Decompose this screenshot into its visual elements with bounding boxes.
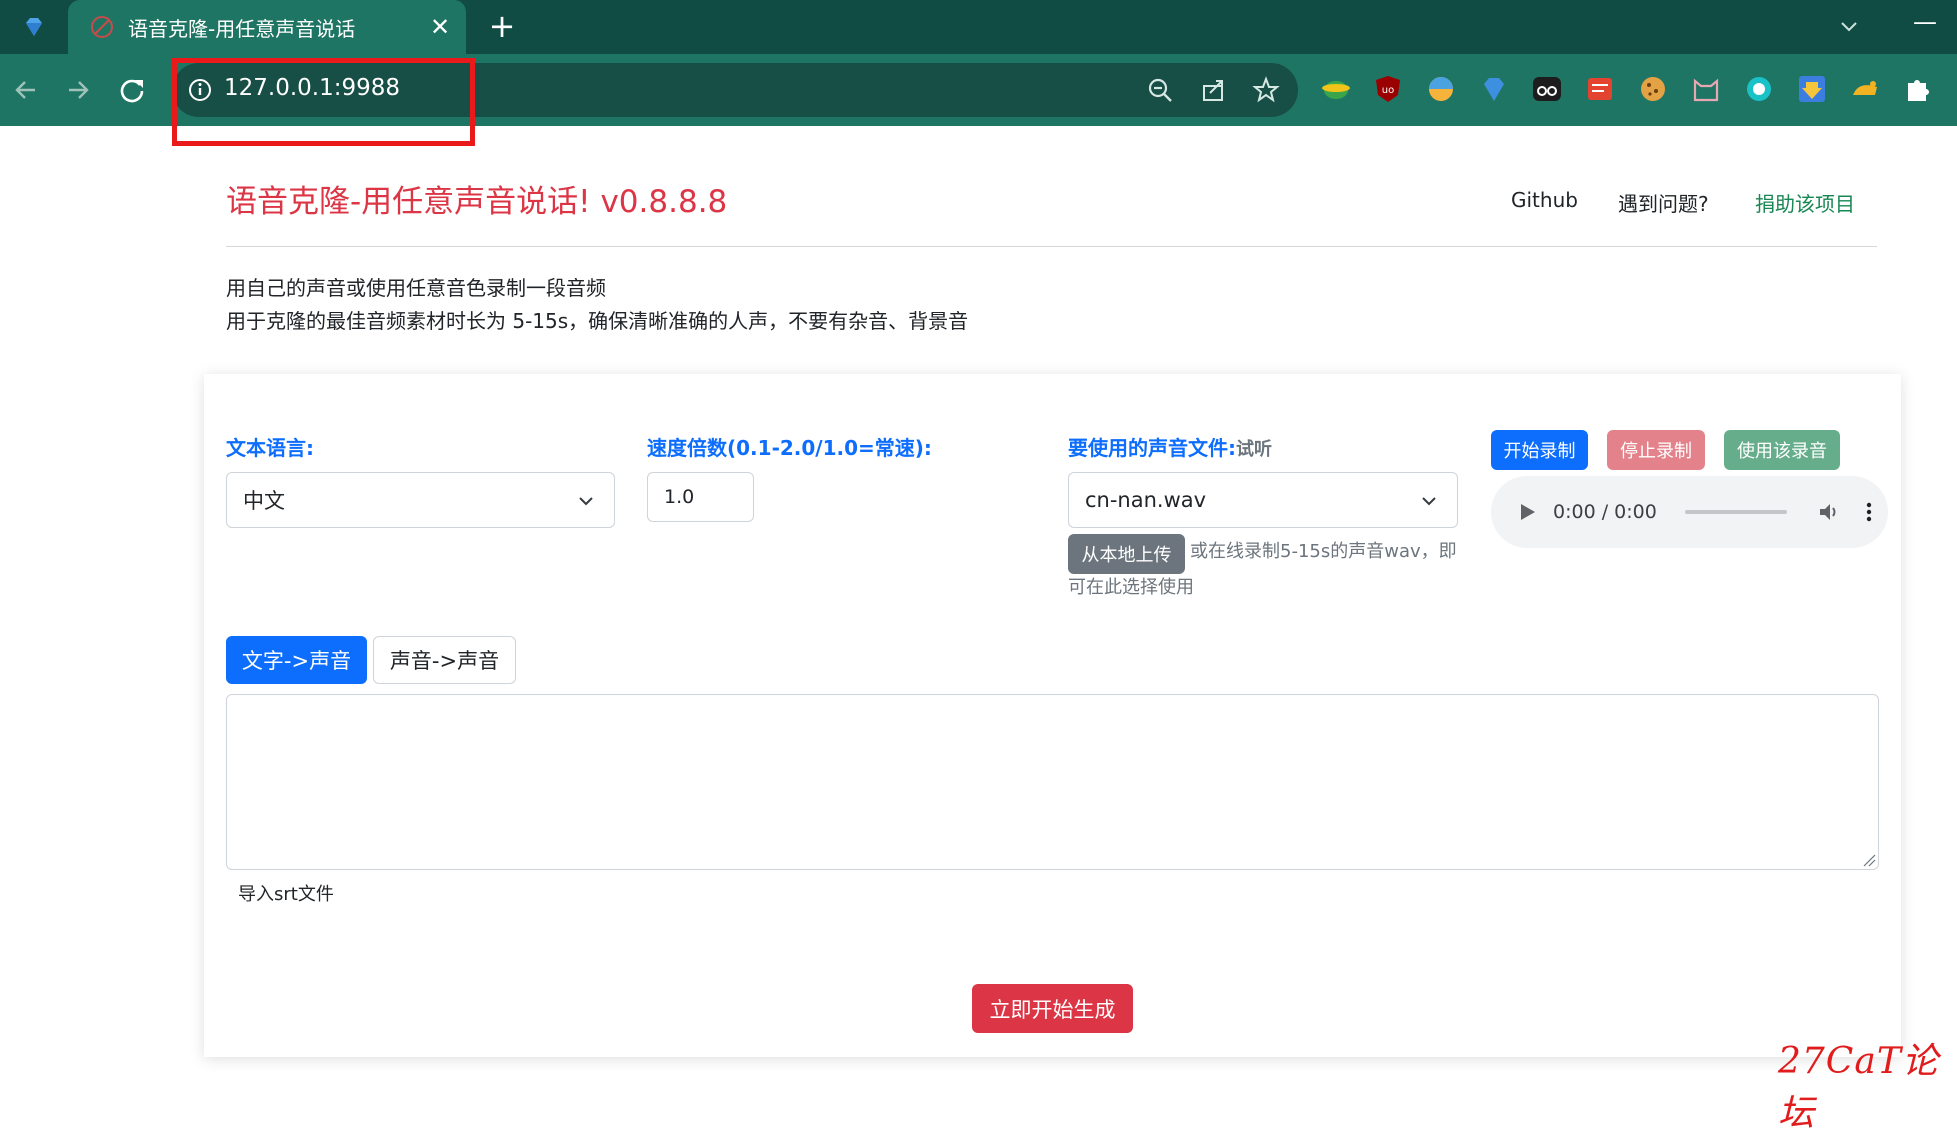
nav-link-github[interactable]: Github bbox=[1511, 188, 1578, 212]
reload-button[interactable] bbox=[110, 68, 154, 112]
speed-input[interactable]: 1.0 bbox=[647, 472, 754, 522]
minimize-window-button[interactable]: — bbox=[1905, 8, 1945, 42]
header-divider bbox=[226, 246, 1877, 247]
use-recording-button[interactable]: 使用该录音 bbox=[1724, 430, 1840, 470]
audio-player: 0:00 / 0:00 bbox=[1491, 476, 1888, 548]
globe-extension-icon[interactable] bbox=[1320, 73, 1352, 105]
nav-link-donate[interactable]: 捐助该项目 bbox=[1755, 188, 1855, 217]
diamond-favicon-icon bbox=[26, 18, 42, 36]
audio-time: 0:00 / 0:00 bbox=[1553, 501, 1657, 523]
new-tab-button[interactable]: + bbox=[482, 6, 522, 46]
language-select-value: 中文 bbox=[243, 489, 285, 513]
tab-close-icon[interactable]: ✕ bbox=[422, 13, 458, 41]
voice-file-label-text: 要使用的声音文件: bbox=[1068, 436, 1236, 460]
share-icon[interactable] bbox=[1200, 76, 1228, 104]
tab-favicon-icon bbox=[91, 16, 113, 38]
audio-progress-track[interactable] bbox=[1684, 510, 1787, 514]
upload-hint-line-2: 可在此选择使用 bbox=[1068, 577, 1194, 598]
puzzle-extensions-icon[interactable] bbox=[1902, 73, 1934, 105]
text-input-area[interactable] bbox=[226, 694, 1879, 870]
speed-label: 速度倍数(0.1-2.0/1.0=常速): bbox=[647, 436, 932, 460]
browser-tab-bar: 语音克隆-用任意声音说话 ✕ + — bbox=[0, 0, 1957, 54]
url-annotation-box bbox=[172, 58, 475, 146]
intro-line-2: 用于克隆的最佳音频素材时长为 5-15s，确保清晰准确的人声，不要有杂音、背景音 bbox=[226, 309, 969, 333]
language-label: 文本语言: bbox=[226, 436, 314, 460]
more-vertical-icon[interactable] bbox=[1857, 500, 1881, 524]
cat-paw-extension-icon[interactable] bbox=[1849, 73, 1881, 105]
speed-input-value: 1.0 bbox=[664, 486, 695, 508]
colorful-extension-icon[interactable] bbox=[1425, 73, 1457, 105]
forward-arrow-icon bbox=[69, 81, 89, 99]
cat-extension-icon[interactable] bbox=[1690, 73, 1722, 105]
glasses-extension-icon[interactable] bbox=[1531, 73, 1563, 105]
watermark-text: 27CaT论坛 bbox=[1778, 1041, 1939, 1134]
intro-line-1: 用自己的声音或使用任意音色录制一段音频 bbox=[226, 276, 606, 300]
back-arrow-icon bbox=[15, 81, 35, 99]
tab-title: 语音克隆-用任意声音说话 bbox=[128, 16, 356, 41]
svg-text:uo: uo bbox=[1382, 85, 1394, 96]
tab-text-to-speech[interactable]: 文字->声音 bbox=[226, 636, 367, 684]
chevron-down-icon bbox=[1422, 497, 1436, 506]
start-record-button[interactable]: 开始录制 bbox=[1491, 430, 1588, 470]
cookie-extension-icon[interactable] bbox=[1637, 73, 1669, 105]
language-select[interactable]: 中文 bbox=[226, 472, 615, 528]
teal-circle-extension-icon[interactable] bbox=[1743, 73, 1775, 105]
volume-icon[interactable] bbox=[1817, 500, 1841, 524]
zoom-out-icon[interactable] bbox=[1146, 76, 1174, 104]
download-extension-icon[interactable] bbox=[1796, 73, 1828, 105]
pinned-tab[interactable] bbox=[0, 0, 68, 54]
forward-button[interactable] bbox=[56, 68, 100, 112]
tab-search-chevron-icon[interactable] bbox=[1832, 10, 1866, 44]
chevron-down-icon bbox=[579, 497, 593, 506]
upload-hint-line-1: 或在线录制5-15s的声音wav，即 bbox=[1190, 541, 1457, 562]
voice-file-select[interactable]: cn-nan.wav bbox=[1068, 472, 1458, 528]
resize-grip-icon[interactable] bbox=[1860, 851, 1876, 867]
generate-button[interactable]: 立即开始生成 bbox=[972, 984, 1133, 1033]
voice-preview-link[interactable]: 试听 bbox=[1236, 439, 1272, 460]
reload-icon bbox=[120, 79, 144, 103]
nav-link-help[interactable]: 遇到问题? bbox=[1618, 188, 1709, 217]
play-icon[interactable] bbox=[1519, 502, 1537, 522]
intro-text: 用自己的声音或使用任意音色录制一段音频 用于克隆的最佳音频素材时长为 5-15s… bbox=[226, 272, 968, 338]
stop-record-button[interactable]: 停止录制 bbox=[1607, 430, 1705, 470]
voice-file-label: 要使用的声音文件:试听 bbox=[1068, 432, 1272, 461]
import-srt-link[interactable]: 导入srt文件 bbox=[238, 880, 334, 906]
active-tab[interactable]: 语音克隆-用任意声音说话 ✕ bbox=[68, 0, 466, 54]
diamond-extension-icon[interactable] bbox=[1478, 73, 1510, 105]
red-notes-extension-icon[interactable] bbox=[1584, 73, 1616, 105]
upload-local-button[interactable]: 从本地上传 bbox=[1068, 534, 1185, 574]
star-icon[interactable] bbox=[1252, 76, 1280, 104]
ublock-extension-icon[interactable]: uo bbox=[1372, 73, 1404, 105]
voice-file-select-value: cn-nan.wav bbox=[1085, 488, 1207, 512]
page-brand-title: 语音克隆-用任意声音说话! v0.8.8.8 bbox=[226, 184, 728, 220]
tab-speech-to-speech[interactable]: 声音->声音 bbox=[373, 636, 516, 684]
back-button[interactable] bbox=[4, 68, 48, 112]
